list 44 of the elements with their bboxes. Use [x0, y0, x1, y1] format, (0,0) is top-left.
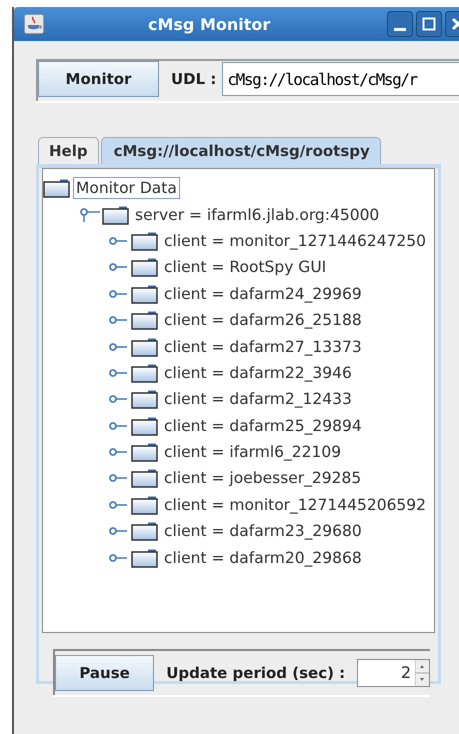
- tree-node[interactable]: client = dafarm22_3946: [161, 362, 355, 384]
- tree-node[interactable]: client = dafarm27_13373: [161, 336, 365, 358]
- folder-icon: [131, 230, 158, 251]
- folder-icon: [131, 362, 158, 383]
- tree-node[interactable]: client = monitor_1271446247250: [161, 230, 430, 252]
- tree-node[interactable]: client = joebesser_29285: [161, 467, 364, 490]
- tree-node[interactable]: client = monitor_1271445206592: [161, 494, 430, 516]
- folder-icon: [131, 416, 158, 436]
- cup-icon: [24, 14, 44, 34]
- folder-icon: [131, 284, 158, 304]
- folder-icon: [131, 336, 158, 357]
- spinner-arrows-icon[interactable]: [415, 660, 429, 686]
- folder-icon: [131, 468, 158, 488]
- folder-icon: [131, 521, 158, 542]
- tree-node[interactable]: client = ifarml6_22109: [161, 441, 344, 464]
- tab[interactable]: cMsg://localhost/cMsg/rootspy: [100, 137, 381, 164]
- folder-icon: [131, 257, 158, 278]
- folder-icon: [131, 310, 158, 330]
- tree-node[interactable]: client = dafarm24_29969: [161, 282, 365, 305]
- tree-node[interactable]: client = dafarm25_29894: [161, 414, 365, 437]
- period-spinner[interactable]: 2: [357, 659, 430, 687]
- folder-icon: [131, 389, 158, 410]
- tab[interactable]: Help: [38, 137, 99, 164]
- minimize-icon[interactable]: [387, 11, 413, 37]
- tree-node[interactable]: server = ifarml6.jlab.org:45000: [132, 204, 382, 226]
- tree-node[interactable]: client = RootSpy GUI: [161, 256, 330, 278]
- monitor-button[interactable]: Monitor: [38, 61, 159, 97]
- folder-icon: [131, 494, 158, 515]
- folder-icon: [131, 442, 158, 462]
- udl-field[interactable]: cMsg://localhost/cMsg/r: [222, 62, 459, 96]
- pause-button[interactable]: Pause: [55, 655, 154, 691]
- expanded-handle-icon[interactable]: [80, 208, 100, 222]
- window-title: cMsg Monitor: [148, 14, 272, 34]
- udl-label: UDL :: [171, 70, 216, 88]
- folder-icon: [131, 548, 158, 568]
- period-label: Update period (sec) :: [166, 664, 346, 682]
- folder-icon: [43, 178, 70, 198]
- tree-node[interactable]: Monitor Data: [73, 177, 180, 200]
- tree-node[interactable]: client = dafarm23_29680: [161, 520, 365, 542]
- folder-icon: [102, 204, 129, 225]
- tree-node[interactable]: client = dafarm20_29868: [161, 546, 365, 569]
- tree-node[interactable]: client = dafarm2_12433: [161, 388, 355, 410]
- maximize-icon[interactable]: [416, 11, 442, 37]
- tree-node[interactable]: client = dafarm26_25188: [161, 309, 365, 332]
